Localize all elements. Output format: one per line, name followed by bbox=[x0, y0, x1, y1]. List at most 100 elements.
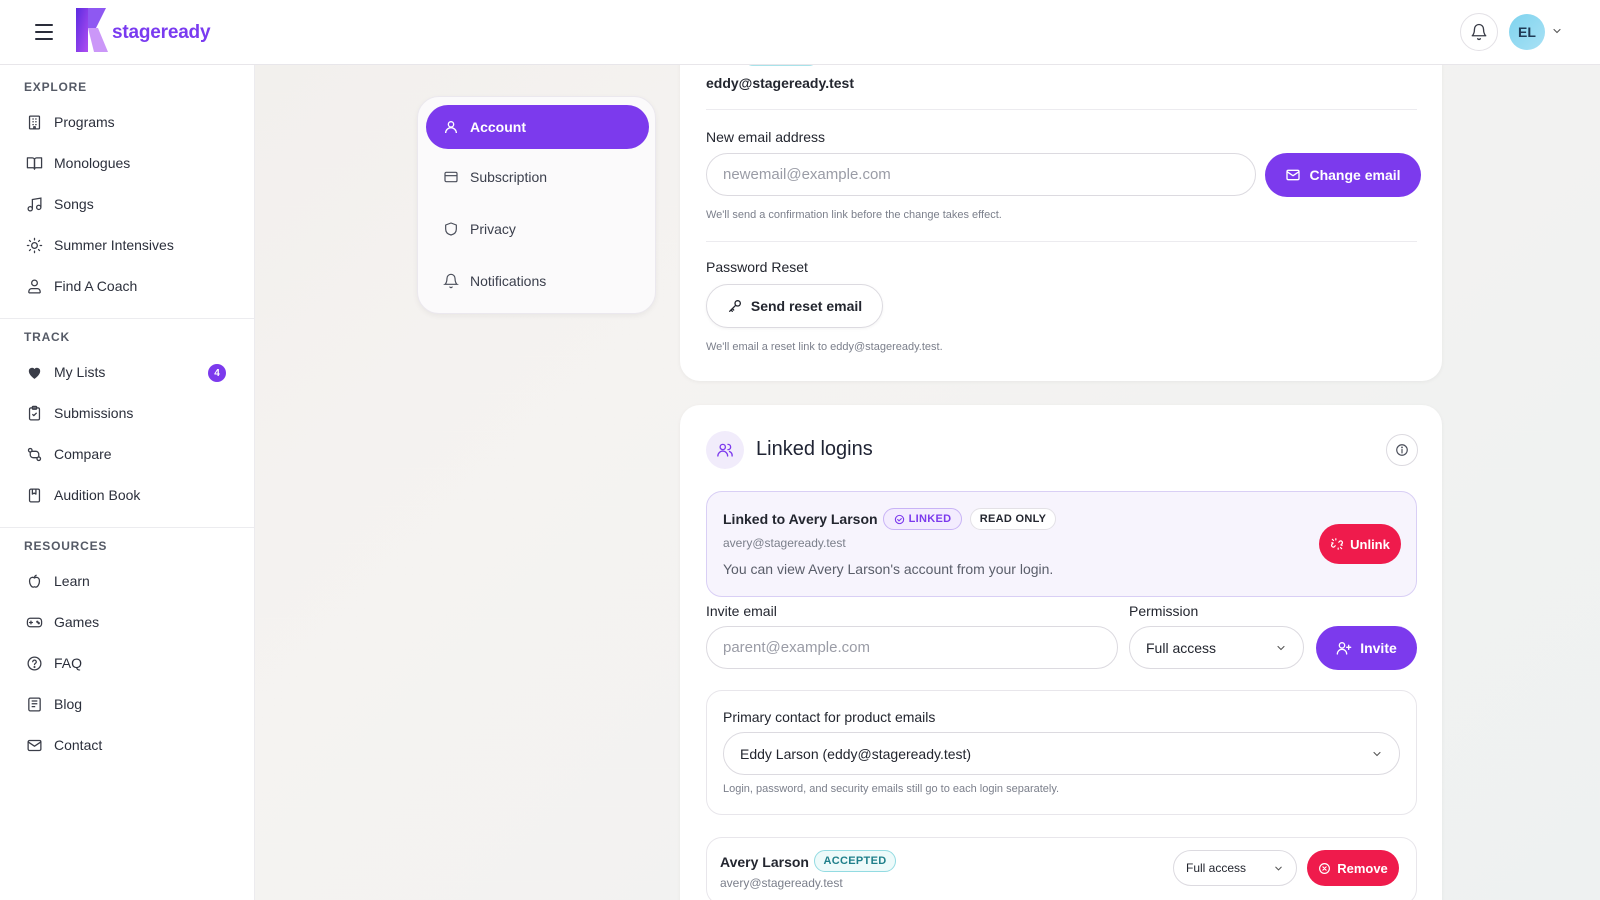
remove-button[interactable]: Remove bbox=[1307, 850, 1399, 886]
new-email-label: New email address bbox=[706, 129, 826, 145]
mail-icon bbox=[24, 735, 44, 755]
sidebar-item-label: Find A Coach bbox=[54, 278, 138, 294]
sidebar-item-label: FAQ bbox=[54, 655, 83, 671]
apple-icon bbox=[24, 571, 44, 591]
bell-icon bbox=[1471, 23, 1487, 41]
sidebar-item-label: Audition Book bbox=[54, 487, 141, 503]
sidebar-item-songs[interactable]: Songs bbox=[18, 187, 238, 221]
clipboard-check-icon bbox=[24, 403, 44, 423]
member-permission-select[interactable]: Full access bbox=[1173, 850, 1297, 886]
sidebar-item-my-lists[interactable]: My Lists 4 bbox=[18, 355, 238, 389]
book-open-icon bbox=[24, 153, 44, 173]
users-icon bbox=[706, 431, 744, 469]
linked-logins-title: Linked logins bbox=[756, 438, 873, 460]
chevron-down-icon bbox=[1373, 751, 1381, 756]
send-reset-email-label: Send reset email bbox=[750, 298, 863, 314]
info-icon[interactable] bbox=[1386, 434, 1418, 466]
sidebar-divider bbox=[0, 318, 254, 319]
sidebar-item-submissions[interactable]: Submissions bbox=[18, 396, 238, 430]
sidebar-item-find-a-coach[interactable]: Find A Coach bbox=[18, 269, 238, 303]
sidebar-item-programs[interactable]: Programs bbox=[18, 105, 238, 139]
users-icon bbox=[24, 276, 44, 296]
building-icon bbox=[24, 112, 44, 132]
unlink-label: Unlink bbox=[1350, 536, 1390, 552]
settings-tab-notifications[interactable]: Notifications bbox=[426, 259, 649, 303]
invite-email-label: Invite email bbox=[706, 603, 777, 619]
divider bbox=[706, 109, 1417, 110]
section-title-resources: RESOURCES bbox=[24, 539, 108, 553]
sidebar-item-label: Songs bbox=[54, 196, 94, 212]
invite-email-input[interactable] bbox=[706, 626, 1118, 669]
password-reset-label: Password Reset bbox=[706, 259, 808, 275]
user-plus-icon bbox=[1336, 642, 1352, 655]
sidebar-item-audition-book[interactable]: Audition Book bbox=[18, 478, 238, 512]
permission-label: Permission bbox=[1129, 603, 1199, 619]
member-permission-value: Full access bbox=[1186, 861, 1247, 875]
password-reset-hint: We'll email a reset link to eddy@stagere… bbox=[706, 341, 943, 353]
member-email: avery@stageready.test bbox=[720, 876, 843, 890]
primary-contact-label: Primary contact for product emails bbox=[723, 709, 936, 725]
linked-logins-card: Linked logins Linked to Avery Larson LIN… bbox=[680, 405, 1442, 900]
bookmark-book-icon bbox=[24, 485, 44, 505]
sidebar: EXPLORE Programs Monologues Songs Summer… bbox=[0, 65, 255, 900]
read-only-badge: READ ONLY bbox=[970, 508, 1056, 530]
sidebar-item-label: Blog bbox=[54, 696, 83, 712]
sidebar-item-learn[interactable]: Learn bbox=[18, 564, 238, 598]
key-icon bbox=[728, 300, 741, 312]
unlink-icon bbox=[1331, 538, 1344, 550]
section-title-track: TRACK bbox=[24, 330, 70, 344]
settings-tab-label: Privacy bbox=[470, 221, 516, 237]
change-email-button[interactable]: Change email bbox=[1265, 153, 1421, 197]
sidebar-item-games[interactable]: Games bbox=[18, 605, 238, 639]
unlink-button[interactable]: Unlink bbox=[1319, 524, 1401, 564]
avatar[interactable]: EL bbox=[1509, 14, 1545, 50]
permission-select[interactable]: Full access bbox=[1129, 626, 1304, 669]
linked-title: Linked to Avery Larson bbox=[723, 511, 878, 527]
sidebar-item-monologues[interactable]: Monologues bbox=[18, 146, 238, 180]
sidebar-item-faq[interactable]: FAQ bbox=[18, 646, 238, 680]
shield-icon bbox=[442, 220, 460, 238]
lists-count-badge: 4 bbox=[208, 364, 226, 382]
sidebar-item-compare[interactable]: Compare bbox=[18, 437, 238, 471]
sidebar-item-label: Monologues bbox=[54, 155, 131, 171]
current-email: eddy@stageready.test bbox=[706, 75, 855, 91]
new-email-input[interactable] bbox=[706, 153, 1256, 196]
read-only-label: READ ONLY bbox=[979, 513, 1047, 525]
notifications-button[interactable] bbox=[1460, 13, 1498, 51]
primary-contact-panel: Primary contact for product emails Eddy … bbox=[706, 690, 1417, 815]
invite-button[interactable]: Invite bbox=[1316, 626, 1417, 670]
gamepad-icon bbox=[24, 612, 44, 632]
heart-icon bbox=[24, 362, 44, 382]
accepted-label: ACCEPTED bbox=[823, 855, 887, 867]
newspaper-icon bbox=[24, 694, 44, 714]
logo-mark-icon bbox=[76, 8, 108, 52]
sidebar-item-summer-intensives[interactable]: Summer Intensives bbox=[18, 228, 238, 262]
git-compare-icon bbox=[24, 444, 44, 464]
sidebar-item-label: Contact bbox=[54, 737, 103, 753]
sidebar-item-blog[interactable]: Blog bbox=[18, 687, 238, 721]
change-email-label: Change email bbox=[1309, 167, 1401, 183]
sidebar-item-label: Games bbox=[54, 614, 100, 630]
settings-tab-account[interactable]: Account bbox=[426, 105, 649, 149]
settings-tab-subscription[interactable]: Subscription bbox=[426, 155, 649, 199]
divider bbox=[706, 241, 1417, 242]
section-title-explore: EXPLORE bbox=[24, 80, 87, 94]
sidebar-item-label: Programs bbox=[54, 114, 115, 130]
brand-logo[interactable]: stageready bbox=[74, 6, 211, 56]
settings-tab-label: Subscription bbox=[470, 169, 548, 185]
primary-contact-select[interactable]: Eddy Larson (eddy@stageready.test) bbox=[723, 732, 1400, 775]
hamburger-menu-icon[interactable] bbox=[31, 20, 57, 44]
sidebar-item-contact[interactable]: Contact bbox=[18, 728, 238, 762]
settings-tab-privacy[interactable]: Privacy bbox=[426, 207, 649, 251]
chevron-down-icon bbox=[1275, 866, 1282, 871]
remove-label: Remove bbox=[1337, 860, 1388, 876]
chevron-down-icon[interactable] bbox=[1551, 25, 1563, 37]
member-name: Avery Larson bbox=[720, 854, 809, 870]
sidebar-item-label: Learn bbox=[54, 573, 90, 589]
send-reset-email-button[interactable]: Send reset email bbox=[706, 284, 883, 328]
linked-status-label: LINKED bbox=[908, 513, 952, 525]
music-note-icon bbox=[24, 194, 44, 214]
logo-wordmark: stageready bbox=[112, 22, 211, 43]
credit-card-icon bbox=[442, 168, 460, 186]
linked-account-panel: Linked to Avery Larson LINKED READ ONLY … bbox=[706, 491, 1417, 597]
